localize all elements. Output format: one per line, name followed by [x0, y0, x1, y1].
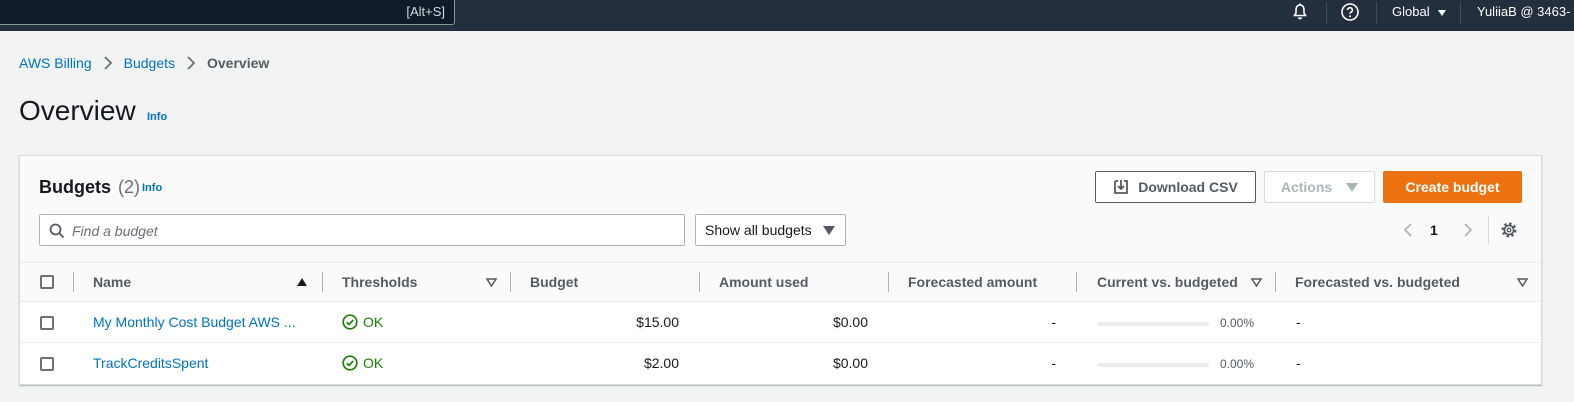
search-shortcut-hint: [Alt+S]: [406, 4, 445, 19]
column-header-current-vs-budgeted[interactable]: Current vs. budgeted: [1097, 274, 1238, 290]
column-divider[interactable]: [699, 272, 700, 292]
threshold-status: OK: [342, 314, 383, 330]
row-checkbox[interactable]: [40, 316, 54, 330]
sort-ascending-icon[interactable]: [297, 278, 307, 286]
budget-name-link[interactable]: TrackCreditsSpent: [93, 355, 208, 371]
budgets-info-link[interactable]: Info: [142, 182, 162, 194]
bell-icon[interactable]: [1290, 2, 1310, 22]
budget-amount: $15.00: [636, 314, 679, 330]
budget-name-link[interactable]: My Monthly Cost Budget AWS ...: [93, 314, 296, 330]
forecasted-vs-budgeted: -: [1296, 314, 1301, 330]
region-label: Global: [1392, 4, 1430, 19]
column-header-amount-used[interactable]: Amount used: [719, 274, 808, 290]
budgets-container: Budgets (2) Info Download CSV Actions Cr…: [19, 155, 1542, 385]
column-divider[interactable]: [510, 272, 511, 292]
breadcrumb-current: Overview: [207, 55, 270, 71]
caret-down-icon: [823, 226, 835, 235]
column-header-thresholds[interactable]: Thresholds: [342, 274, 417, 290]
nav-divider: [1376, 2, 1377, 24]
column-divider[interactable]: [888, 272, 889, 292]
budgets-title-text: Budgets: [39, 177, 111, 197]
account-menu[interactable]: YuliiaB @ 3463-: [1477, 4, 1570, 19]
threshold-status: OK: [342, 355, 383, 371]
forecasted-amount: -: [1051, 355, 1056, 371]
column-header-name[interactable]: Name: [93, 274, 131, 290]
breadcrumb-aws-billing[interactable]: AWS Billing: [19, 55, 92, 71]
amount-used: $0.00: [832, 355, 868, 371]
breadcrumb: AWS Billing Budgets Overview: [19, 55, 269, 71]
column-divider[interactable]: [322, 272, 323, 292]
table-row[interactable]: My Monthly Cost Budget AWS ... OK $15.00…: [20, 302, 1541, 343]
current-page-number[interactable]: 1: [1430, 222, 1438, 238]
current-vs-budgeted-bar: [1097, 363, 1209, 367]
current-vs-budgeted-percent: 0.00%: [1220, 316, 1255, 330]
budgets-count: (2): [118, 177, 141, 197]
chevron-right-icon: [183, 55, 199, 71]
next-page-icon[interactable]: [1461, 222, 1475, 238]
actions-label: Actions: [1280, 179, 1333, 195]
current-vs-budgeted-percent: 0.00%: [1220, 357, 1255, 371]
region-selector[interactable]: Global: [1392, 4, 1447, 19]
table-row[interactable]: TrackCreditsSpent OK $2.00 $0.00 - 0.00%…: [20, 343, 1541, 384]
table-header-row: Name Thresholds Budget Amount used Forec…: [20, 263, 1541, 302]
top-navigation: [Alt+S] Global YuliiaB @ 3463-: [0, 0, 1574, 31]
create-budget-label: Create budget: [1405, 179, 1500, 195]
column-divider[interactable]: [1076, 272, 1077, 292]
check-circle-icon: [342, 314, 358, 330]
row-checkbox[interactable]: [40, 357, 54, 371]
download-icon: [1114, 180, 1129, 194]
nav-divider: [1326, 2, 1327, 24]
budgets-header: Budgets (2) Info Download CSV Actions Cr…: [20, 156, 1541, 263]
budget-filter-value: Show all budgets: [705, 222, 812, 238]
download-csv-button[interactable]: Download CSV: [1095, 171, 1256, 203]
forecasted-amount: -: [1051, 314, 1056, 330]
check-circle-icon: [342, 355, 358, 371]
column-divider: [73, 272, 74, 292]
sort-icon[interactable]: [1517, 278, 1528, 287]
chevron-right-icon: [100, 55, 116, 71]
find-budget-field[interactable]: [39, 214, 685, 246]
forecasted-vs-budgeted: -: [1296, 355, 1301, 371]
column-header-forecasted-vs-budgeted[interactable]: Forecasted vs. budgeted: [1295, 274, 1460, 290]
gear-icon[interactable]: [1500, 221, 1518, 239]
download-csv-label: Download CSV: [1138, 179, 1238, 195]
column-divider[interactable]: [1275, 272, 1276, 292]
amount-used: $0.00: [832, 314, 868, 330]
page-title: Overview: [19, 95, 136, 126]
select-all-checkbox[interactable]: [40, 275, 54, 289]
budget-amount: $2.00: [643, 355, 679, 371]
column-header-forecasted-amount[interactable]: Forecasted amount: [908, 274, 1037, 290]
current-vs-budgeted-bar: [1097, 322, 1209, 326]
threshold-status-label: OK: [363, 314, 384, 330]
global-search[interactable]: [Alt+S]: [0, 0, 455, 25]
sort-icon[interactable]: [486, 278, 497, 287]
budget-filter-select[interactable]: Show all budgets: [695, 214, 846, 246]
budgets-title: Budgets (2): [39, 177, 140, 198]
page-info-link[interactable]: Info: [147, 111, 167, 123]
previous-page-icon[interactable]: [1401, 222, 1415, 238]
breadcrumb-budgets[interactable]: Budgets: [124, 55, 175, 71]
caret-down-icon: [1438, 9, 1447, 16]
create-budget-button[interactable]: Create budget: [1383, 171, 1522, 203]
caret-down-icon: [1346, 182, 1359, 192]
actions-button[interactable]: Actions: [1264, 171, 1375, 203]
pagination-divider: [1488, 216, 1489, 244]
threshold-status-label: OK: [363, 355, 384, 371]
search-icon: [49, 223, 65, 239]
nav-divider: [1460, 2, 1461, 24]
sort-icon[interactable]: [1251, 278, 1262, 287]
find-budget-input[interactable]: [72, 221, 672, 241]
column-header-budget[interactable]: Budget: [530, 274, 578, 290]
help-icon[interactable]: [1340, 2, 1360, 22]
